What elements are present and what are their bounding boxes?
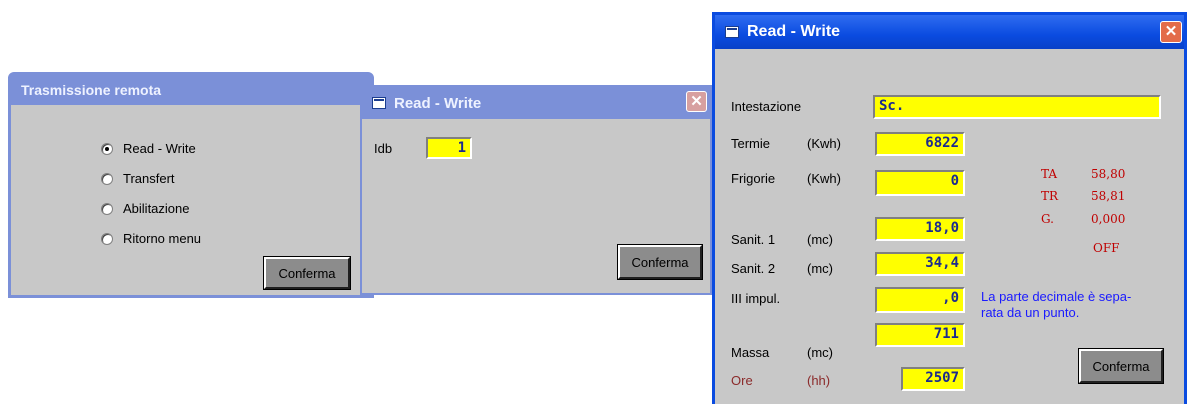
ore-label: Ore [731,373,753,388]
idb-label: Idb [374,141,393,156]
radio-label: Ritorno menu [123,231,202,246]
window-title: Read - Write [394,94,482,112]
ta-value: 58,80 [1091,167,1126,181]
ore-unit: (hh) [807,373,831,388]
radio-read-write[interactable]: Read - Write [101,141,196,156]
g-value: 0,000 [1091,212,1126,226]
radio-button-icon[interactable] [101,142,113,155]
window-icon [725,26,739,38]
impul-label: III impul. [731,291,781,306]
close-icon[interactable]: ✕ [1160,21,1182,43]
ore-field[interactable]: 2507 [901,367,965,391]
impul-field[interactable]: ,0 [875,287,965,313]
ta-label: TA [1041,167,1058,181]
massa-unit: (mc) [807,345,833,360]
decimal-note-line1: La parte decimale è sepa- [981,289,1132,304]
frigorie-label: Frigorie [731,171,776,186]
radio-label: Abilitazione [123,201,190,216]
window-icon [372,97,386,109]
sanit1-unit: (mc) [807,232,833,247]
termie-unit: (Kwh) [807,136,841,151]
massa-field[interactable]: 711 [875,323,965,347]
frigorie-unit: (Kwh) [807,171,841,186]
read-write-small-window: Read - Write ✕ Idb 1 Conferma [360,85,712,295]
trasmissione-titlebar[interactable]: Trasmissione remota [11,75,371,105]
tr-label: TR [1041,189,1059,203]
read-write-large-titlebar[interactable]: Read - Write [715,15,1184,49]
tr-value: 58,81 [1091,189,1126,203]
window-title: Read - Write [747,23,841,40]
frigorie-field[interactable]: 0 [875,170,965,196]
status-value: OFF [1093,241,1120,255]
radio-button-icon[interactable] [101,172,113,185]
radio-abilitazione[interactable]: Abilitazione [101,201,190,216]
read-write-large-window: Read - Write ✕ Intestazione Sc. Termie (… [712,12,1187,404]
termie-field[interactable]: 6822 [875,132,965,156]
confirm-button[interactable]: Conferma [263,256,351,290]
read-write-small-titlebar[interactable]: Read - Write [362,87,710,119]
radio-transfert[interactable]: Transfert [101,171,175,186]
radio-label: Transfert [123,171,175,186]
sanit1-field[interactable]: 18,0 [875,217,965,241]
idb-field[interactable]: 1 [426,137,472,159]
g-label: G. [1041,212,1054,226]
massa-label: Massa [731,345,770,360]
decimal-note-line2: rata da un punto. [981,305,1080,320]
sanit2-unit: (mc) [807,261,833,276]
sanit2-field[interactable]: 34,4 [875,252,965,276]
confirm-button[interactable]: Conferma [617,244,703,280]
radio-label: Read - Write [123,141,196,156]
close-icon[interactable]: ✕ [686,91,707,112]
sanit1-label: Sanit. 1 [731,232,776,247]
sanit2-label: Sanit. 2 [731,261,776,276]
termie-label: Termie [731,136,771,151]
radio-ritorno-menu[interactable]: Ritorno menu [101,231,201,246]
intestazione-label: Intestazione [731,99,802,114]
intestazione-field[interactable]: Sc. [873,95,1161,119]
confirm-button[interactable]: Conferma [1078,348,1164,384]
radio-button-icon[interactable] [101,232,113,245]
radio-button-icon[interactable] [101,202,113,215]
window-title: Trasmissione remota [21,82,162,98]
trasmissione-window: Trasmissione remota Read - Write Transfe… [8,72,374,298]
